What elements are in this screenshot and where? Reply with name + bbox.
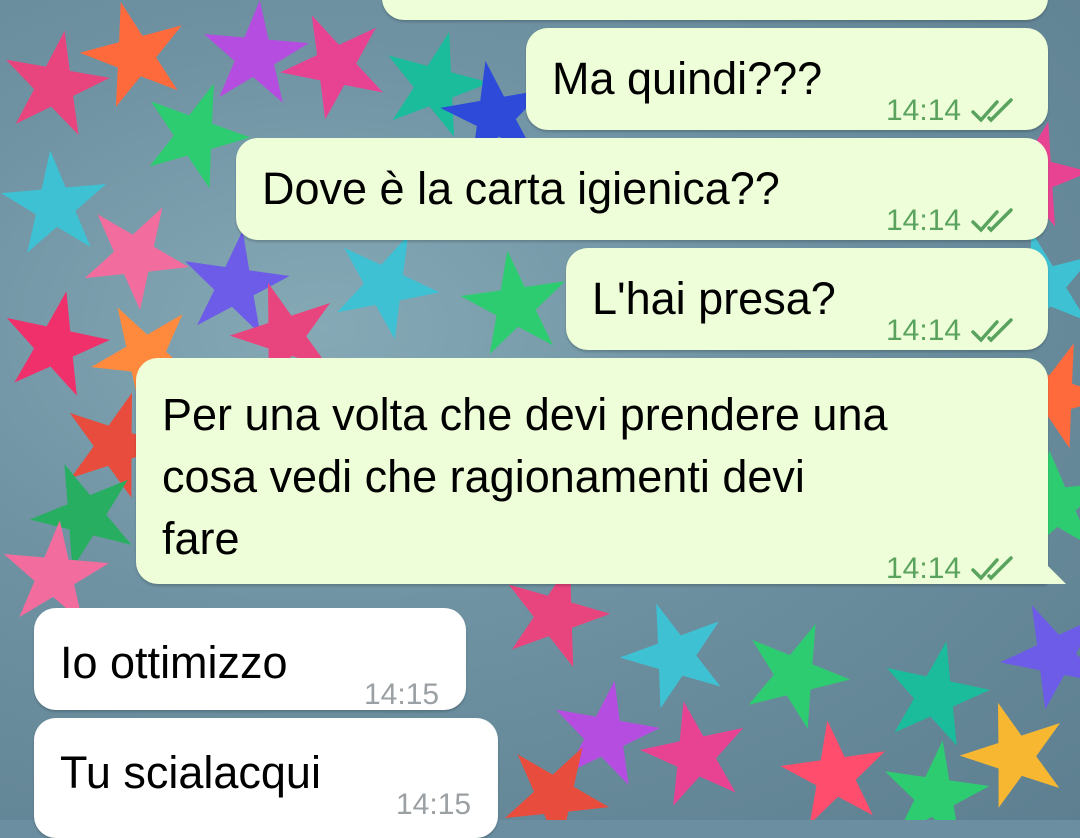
message-text-line: cosa vedi che ragionamenti devi	[162, 451, 805, 502]
message-text: Ma quindi???	[552, 53, 823, 104]
read-double-check-icon	[971, 98, 1013, 123]
message-bubble-outgoing[interactable]: L'hai presa? 14:14	[566, 248, 1048, 350]
message-text: L'hai presa?	[592, 273, 836, 324]
message-bubble-incoming[interactable]: Tu scialacqui 14:15	[34, 718, 498, 838]
message-text-line: fare	[162, 513, 240, 564]
message-bubble-outgoing[interactable]: Ma quindi??? 14:14	[526, 28, 1048, 130]
message-text-line: Per una volta che devi prendere una	[162, 389, 888, 440]
message-text: Tu scialacqui	[60, 747, 321, 798]
message-text: Dove è la carta igienica??	[262, 163, 780, 214]
message-meta: 14:14	[886, 300, 1017, 362]
message-meta: 14:14	[886, 190, 1017, 252]
message-time: 14:14	[886, 552, 962, 585]
message-meta: 14:14	[886, 80, 1017, 142]
message-bubble-outgoing[interactable]: Dove è la carta igienica?? 14:14	[236, 138, 1048, 240]
message-meta: 14:15	[396, 774, 471, 836]
message-bubble-incoming[interactable]: Io ottimizzo 14:15	[34, 608, 466, 711]
message-time: 14:15	[364, 678, 440, 711]
message-time: 14:14	[886, 204, 962, 237]
read-double-check-icon	[971, 318, 1013, 343]
message-meta: 14:14	[886, 538, 1017, 600]
message-bubble-outgoing[interactable]	[382, 0, 1048, 20]
message-time: 14:14	[886, 314, 962, 347]
message-text: Io ottimizzo	[60, 637, 288, 688]
message-bubble-outgoing[interactable]: Per una volta che devi prendere una cosa…	[136, 358, 1048, 585]
message-time: 14:15	[396, 788, 472, 821]
read-double-check-icon	[971, 556, 1013, 581]
message-meta: 14:15	[364, 664, 439, 726]
message-time: 14:14	[886, 94, 962, 127]
read-double-check-icon	[971, 208, 1013, 233]
